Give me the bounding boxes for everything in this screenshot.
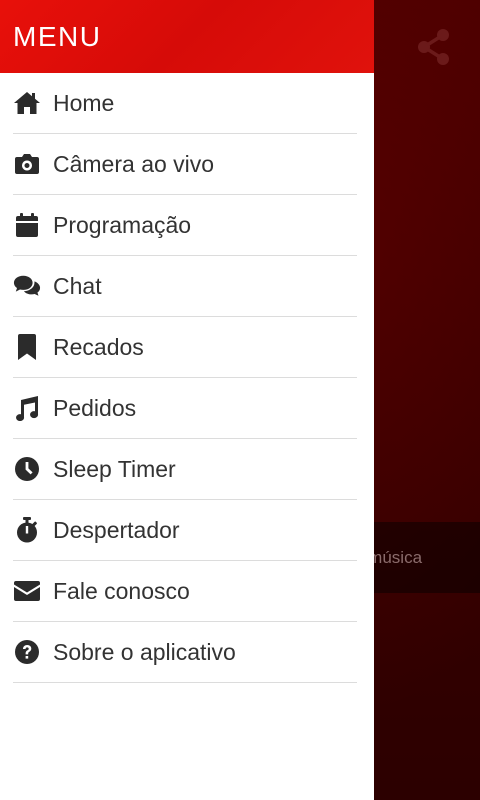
menu-item-label: Câmera ao vivo — [53, 150, 215, 177]
now-playing-bar[interactable]: a música — [374, 522, 480, 593]
menu-item-sleep-timer[interactable]: Sleep Timer — [13, 439, 357, 500]
chat-icon — [13, 272, 41, 300]
bookmark-icon — [13, 333, 41, 361]
menu-item-camera[interactable]: Câmera ao vivo — [13, 134, 357, 195]
home-icon — [13, 89, 41, 117]
menu-item-messages[interactable]: Recados — [13, 317, 357, 378]
menu-item-label: Sleep Timer — [53, 455, 176, 482]
stopwatch-icon — [13, 516, 41, 544]
menu-item-chat[interactable]: Chat — [13, 256, 357, 317]
calendar-icon — [13, 211, 41, 239]
menu-item-about[interactable]: Sobre o aplicativo — [13, 622, 357, 683]
share-button[interactable] — [414, 27, 454, 67]
envelope-icon — [13, 577, 41, 605]
question-circle-icon — [13, 638, 41, 666]
menu-item-requests[interactable]: Pedidos — [13, 378, 357, 439]
drawer-header: MENU — [0, 0, 374, 73]
menu-item-label: Fale conosco — [53, 577, 190, 604]
share-icon — [418, 29, 449, 65]
menu-item-alarm[interactable]: Despertador — [13, 500, 357, 561]
music-icon — [13, 394, 41, 422]
menu-item-label: Recados — [53, 333, 144, 360]
menu-item-contact[interactable]: Fale conosco — [13, 561, 357, 622]
menu-item-schedule[interactable]: Programação — [13, 195, 357, 256]
menu-item-home[interactable]: Home — [13, 73, 357, 134]
drawer-title: MENU — [13, 20, 102, 52]
menu-item-label: Programação — [53, 211, 192, 238]
camera-icon — [13, 150, 41, 178]
app-screen: a música MENU Home Câme — [0, 0, 480, 800]
menu-item-label: Despertador — [53, 516, 180, 543]
menu-item-label: Pedidos — [53, 394, 137, 421]
menu-item-label: Home — [53, 89, 115, 116]
menu-list: Home Câmera ao vivo Programação Chat Rec… — [0, 73, 374, 683]
navigation-drawer: MENU Home Câmera ao vivo Programação Cha… — [0, 0, 374, 800]
menu-item-label: Sobre o aplicativo — [53, 638, 236, 665]
menu-item-label: Chat — [53, 272, 102, 299]
clock-icon — [13, 455, 41, 483]
now-playing-text: a música — [374, 547, 423, 567]
